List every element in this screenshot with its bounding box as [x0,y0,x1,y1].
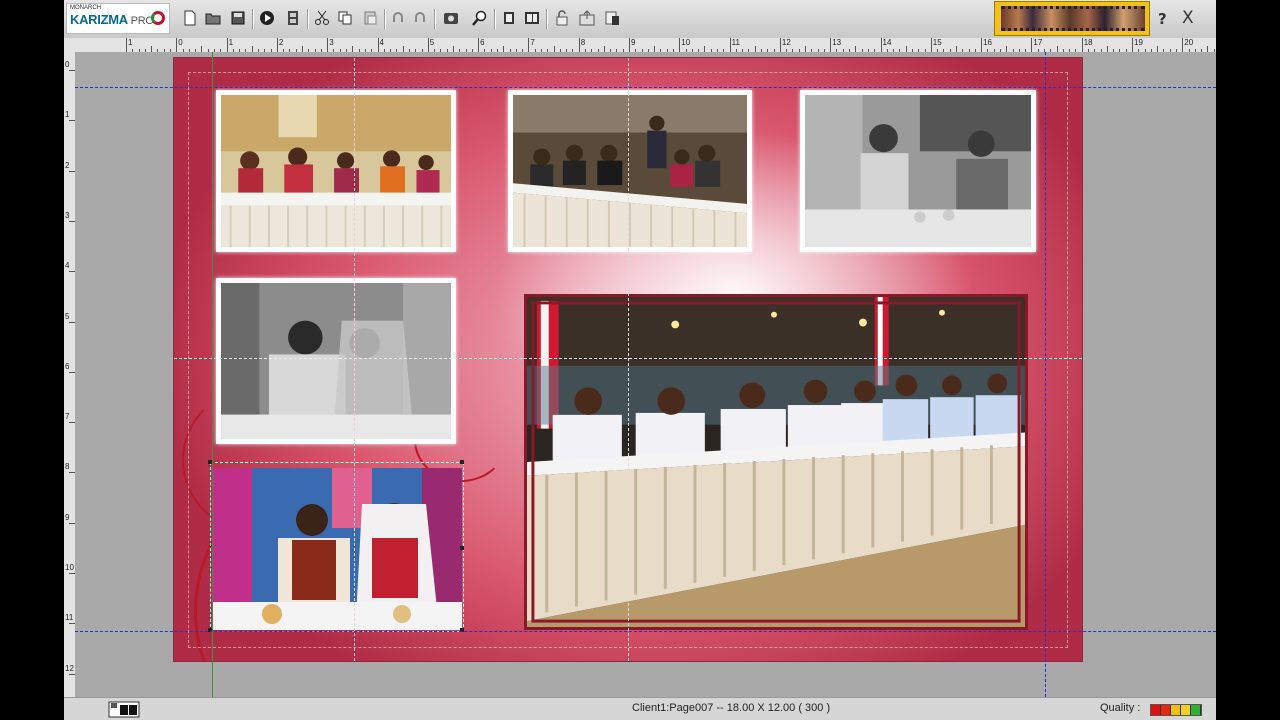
safe-area-guide [188,72,1068,648]
quality-meter [1150,704,1202,716]
album-filmstrip-preview[interactable] [994,1,1150,36]
vertical-ruler-label: 1 [65,110,70,120]
copy-icon[interactable] [337,10,353,26]
screenshot-icon[interactable] [443,10,459,26]
quality-segment [1181,705,1191,715]
karizma-pro-logo: MONARCH KARIZMA PRO [66,3,170,34]
play-icon[interactable] [259,10,275,26]
fit-window-icon[interactable] [501,10,517,26]
ruler-label: 17 [1033,38,1043,47]
quality-label: Quality : [1100,702,1141,714]
vertical-ruler-label: 11 [65,613,74,623]
ruler-label: 10 [681,38,691,47]
album-page[interactable] [174,58,1082,661]
guide-left[interactable] [212,52,213,697]
vertical-ruler-label: 4 [65,261,70,271]
lock-icon[interactable] [554,10,570,26]
redo-icon[interactable] [412,10,428,26]
ruler-label: 6 [480,38,485,47]
close-button[interactable]: X [1182,8,1194,28]
status-bar: Client1:Page007 -- 18.00 X 12.00 ( 300 )… [64,697,1216,720]
ruler-label: 0 [178,38,183,47]
ruler-label: 12 [781,38,791,47]
logo-ring-icon [151,11,165,25]
filmstrip-thumbnails[interactable] [1001,6,1145,31]
ruler-label: 20 [1184,38,1194,47]
vertical-ruler-label: 7 [65,412,70,422]
export-album-icon[interactable] [579,10,595,26]
fit-page-icon[interactable] [524,10,540,26]
ruler-label: 11 [731,38,740,47]
paste-icon[interactable] [362,10,378,26]
ruler-label: 9 [631,38,636,47]
ruler-label: 1 [128,38,133,47]
undo-icon[interactable] [390,10,406,26]
horizontal-ruler: 1 0 1 2 3 4 5 6 7 8 9 10 11 12 13 14 15 16 17 18 19 20 [64,38,1216,53]
quality-segment [1171,705,1181,715]
vertical-ruler-label: 9 [65,512,70,522]
design-canvas[interactable] [75,52,1216,697]
ruler-label: 4 [379,38,384,47]
ruler-label: 7 [530,38,535,47]
ruler-label: 16 [983,38,992,47]
zoom-icon[interactable] [472,10,488,26]
new-page-icon[interactable] [182,10,198,26]
cut-icon[interactable] [314,10,330,26]
quality-segment [1191,705,1201,715]
vertical-ruler-label: 10 [65,563,74,572]
vertical-ruler-label: 8 [65,462,70,472]
karizma-pro-window: MONARCH KARIZMA PRO ? X 1 0 1 2 3 4 5 6 7 8 9 10 11 1… [64,0,1216,720]
ruler-label: 2 [278,38,284,47]
vertical-ruler-label: 0 [65,60,70,69]
ruler-label: 13 [832,38,842,47]
vertical-ruler-label: 3 [65,210,70,220]
vertical-ruler-label: 2 [65,160,70,170]
ruler-label: 19 [1134,38,1143,47]
logo-maker: MONARCH [70,5,101,11]
ruler-label: 3 [329,38,334,47]
logo-name: KARIZMA PRO [70,12,154,27]
page-view-icon[interactable] [108,701,140,718]
ruler-label: 15 [932,38,942,47]
page-info-text: Client1:Page007 -- 18.00 X 12.00 ( 300 ) [632,702,831,714]
ruler-label: 18 [1083,38,1093,47]
logo-name-text: KARIZMA [70,12,128,27]
guide-right[interactable] [1045,52,1046,697]
ruler-label: 5 [429,38,435,47]
quality-segment [1161,705,1171,715]
quality-segment [1151,705,1161,715]
open-folder-icon[interactable] [205,10,221,26]
vertical-ruler-label: 12 [65,663,74,673]
main-toolbar: MONARCH KARIZMA PRO ? X [64,0,1216,39]
help-button[interactable]: ? [1158,10,1167,28]
ruler-label: 8 [580,38,586,47]
ruler-label: 14 [882,38,892,47]
ruler-label: 1 [228,38,234,47]
vertical-ruler-label: 6 [65,361,70,371]
save-icon[interactable] [230,10,246,26]
vertical-ruler-label: 5 [65,311,70,321]
print-icon[interactable] [604,10,620,26]
film-icon[interactable] [285,10,301,26]
